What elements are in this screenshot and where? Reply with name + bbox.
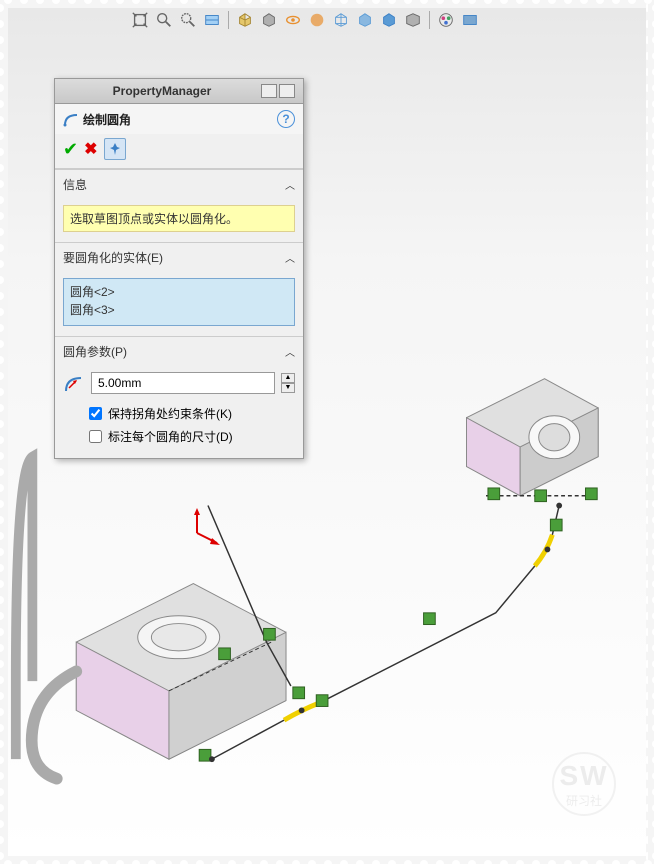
- radius-icon: [63, 372, 85, 394]
- section-view-icon[interactable]: [202, 10, 222, 30]
- panel-menu-button[interactable]: [279, 84, 295, 98]
- list-item[interactable]: 圆角<2>: [70, 283, 288, 301]
- entities-title: 要圆角化的实体(E): [63, 249, 163, 266]
- params-section-header[interactable]: 圆角参数(P) ︿: [55, 337, 303, 366]
- render-tools-icon[interactable]: [460, 10, 480, 30]
- entities-section-header[interactable]: 要圆角化的实体(E) ︿: [55, 243, 303, 272]
- info-section: 信息 ︿ 选取草图顶点或实体以圆角化。: [55, 169, 303, 242]
- collapse-icon: ︿: [285, 177, 295, 192]
- collapse-icon: ︿: [285, 344, 295, 359]
- part-bottom-left: [16, 457, 286, 779]
- panel-split-button[interactable]: [261, 84, 277, 98]
- cancel-button[interactable]: ✖: [84, 139, 97, 159]
- spin-down-button[interactable]: ▼: [281, 383, 295, 393]
- part-top-right: [466, 379, 598, 496]
- action-row: ✔ ✖: [55, 134, 303, 169]
- info-section-header[interactable]: 信息 ︿: [55, 170, 303, 199]
- ok-button[interactable]: ✔: [63, 139, 78, 160]
- spin-up-button[interactable]: ▲: [281, 373, 295, 383]
- dimension-each-label: 标注每个圆角的尺寸(D): [108, 428, 233, 445]
- apply-scene-icon[interactable]: [436, 10, 456, 30]
- command-header: 绘制圆角 ?: [55, 104, 303, 134]
- shaded-icon[interactable]: [379, 10, 399, 30]
- help-button[interactable]: ?: [277, 110, 295, 128]
- pin-button[interactable]: [104, 138, 126, 160]
- info-title: 信息: [63, 176, 87, 193]
- shaded-edges-icon[interactable]: [403, 10, 423, 30]
- radius-input[interactable]: [91, 372, 275, 394]
- params-section: 圆角参数(P) ︿ ▲ ▼ 保持拐角处约束条件(K) 标注每个圆角的尺寸(D): [55, 336, 303, 458]
- info-message: 选取草图顶点或实体以圆角化。: [63, 205, 295, 232]
- collapse-icon: ︿: [285, 250, 295, 265]
- panel-title: PropertyManager: [63, 84, 261, 98]
- display-style-icon[interactable]: [259, 10, 279, 30]
- view-toolbar: [130, 10, 480, 30]
- hidden-lines-icon[interactable]: [355, 10, 375, 30]
- keep-constraints-checkbox[interactable]: [89, 407, 102, 420]
- fillet-icon: [63, 111, 79, 127]
- keep-constraints-label: 保持拐角处约束条件(K): [108, 405, 232, 422]
- entities-section: 要圆角化的实体(E) ︿ 圆角<2> 圆角<3>: [55, 242, 303, 336]
- hide-show-icon[interactable]: [283, 10, 303, 30]
- entity-selection-list[interactable]: 圆角<2> 圆角<3>: [63, 278, 295, 326]
- zoom-fit-icon[interactable]: [130, 10, 150, 30]
- radius-spinner: ▲ ▼: [281, 373, 295, 393]
- dimension-each-checkbox[interactable]: [89, 430, 102, 443]
- panel-header: PropertyManager: [55, 79, 303, 104]
- list-item[interactable]: 圆角<3>: [70, 301, 288, 319]
- params-title: 圆角参数(P): [63, 343, 127, 360]
- previous-view-icon[interactable]: [178, 10, 198, 30]
- origin-triad: [182, 508, 222, 551]
- view-orientation-icon[interactable]: [235, 10, 255, 30]
- zoom-area-icon[interactable]: [154, 10, 174, 30]
- edit-appearance-icon[interactable]: [307, 10, 327, 30]
- property-manager-panel: PropertyManager 绘制圆角 ? ✔ ✖ 信息 ︿ 选取草图顶点或实…: [54, 78, 304, 459]
- wireframe-icon[interactable]: [331, 10, 351, 30]
- watermark: SW 研习社: [552, 752, 616, 816]
- command-title: 绘制圆角: [83, 111, 131, 128]
